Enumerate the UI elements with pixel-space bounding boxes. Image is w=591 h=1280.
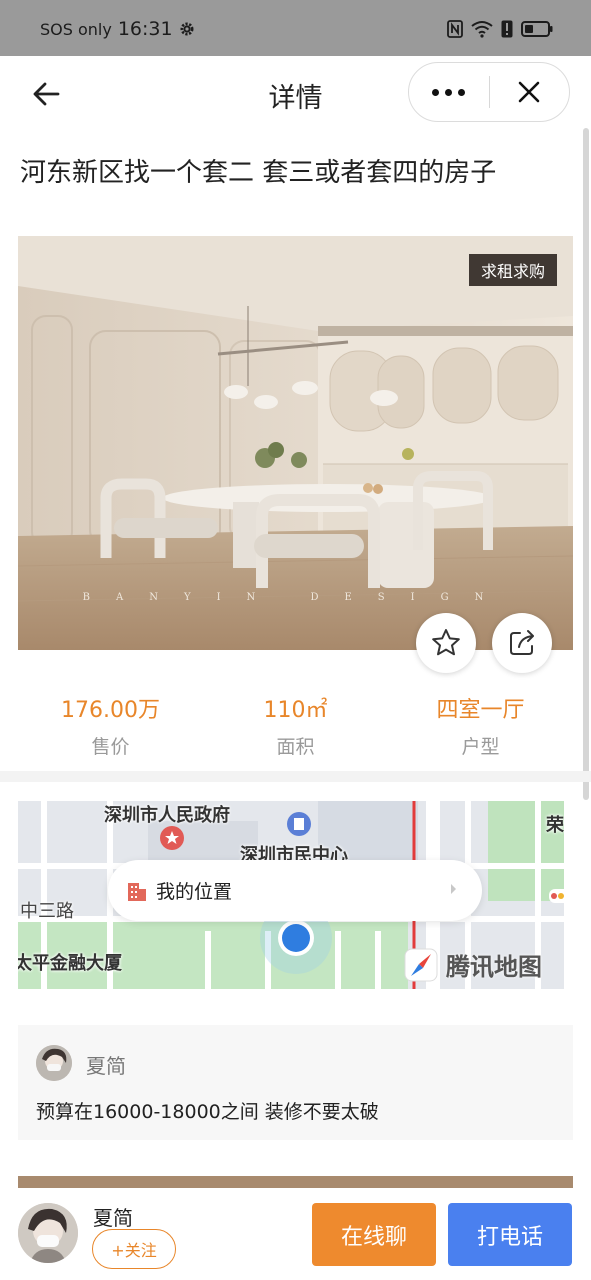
follow-button[interactable]: +关注	[92, 1229, 176, 1269]
scrollbar[interactable]	[583, 128, 589, 800]
stat-value: 110㎡	[263, 698, 328, 723]
map-label-gov: 深圳市人民政府	[104, 805, 230, 826]
online-chat-button[interactable]: 在线聊	[312, 1203, 436, 1266]
bottom-action-bar: 夏简 +关注 在线聊 打电话	[0, 1188, 591, 1280]
map-provider-logo: 腾讯地图	[404, 947, 542, 982]
stat-layout: 四室一厅 户型	[388, 692, 573, 759]
listing-stats: 176.00万 售价 110㎡ 面积 四室一厅 户型	[18, 692, 573, 759]
share-button[interactable]	[492, 613, 552, 673]
wifi-icon	[471, 21, 493, 38]
call-button[interactable]: 打电话	[448, 1203, 572, 1266]
battery-icon	[521, 21, 553, 37]
status-right	[447, 20, 553, 38]
description-text: 预算在16000-18000之间 装修不要太破	[36, 1101, 379, 1123]
more-button[interactable]	[409, 63, 489, 121]
section-divider	[0, 771, 591, 782]
compass-icon	[404, 948, 438, 981]
arrow-left-icon	[33, 82, 60, 106]
nav-bar: 详情	[0, 56, 591, 132]
chevron-right-icon	[451, 884, 456, 894]
avatar[interactable]	[36, 1045, 72, 1081]
close-button[interactable]	[490, 63, 570, 121]
more-dots-icon	[432, 88, 440, 96]
close-icon	[518, 81, 540, 103]
alert-icon	[501, 20, 513, 38]
stat-value: 四室一厅	[436, 698, 525, 723]
avatar-image	[36, 1045, 72, 1081]
avatar-image	[18, 1203, 78, 1263]
more-dot	[445, 88, 453, 96]
map-label-building: 太平金融大厦	[18, 953, 122, 974]
more-dot	[458, 88, 466, 96]
back-button[interactable]	[26, 74, 66, 114]
building-icon	[128, 882, 146, 901]
publisher-name: 夏简	[93, 1206, 133, 1230]
carrier-text: SOS only	[40, 19, 112, 39]
favorite-button[interactable]	[416, 613, 476, 673]
stat-label: 售价	[91, 736, 130, 758]
avatar[interactable]	[18, 1203, 78, 1263]
stat-area: 110㎡ 面积	[203, 692, 388, 759]
my-location-button[interactable]: 我的位置	[108, 860, 482, 921]
status-bar: SOS only 16:31	[0, 0, 591, 56]
description-card: 夏简 预算在16000-18000之间 装修不要太破	[18, 1025, 573, 1140]
listing-type-badge: 求租求购	[468, 254, 557, 286]
post-title: 河东新区找一个套二 套三或者套四的房子	[20, 158, 497, 188]
map-provider-name: 腾讯地图	[446, 953, 542, 981]
location-map[interactable]: 深圳市人民政府 深圳市民中心 中三路 太平金融大厦 荣 我的位置 腾讯地图	[18, 801, 564, 989]
map-label-edge: 荣	[546, 815, 564, 836]
stat-label: 户型	[461, 736, 500, 758]
stat-label: 面积	[276, 736, 315, 758]
map-label-road: 中三路	[20, 901, 74, 922]
settings-gear-icon	[180, 22, 194, 36]
clock: 16:31	[117, 18, 173, 40]
dining-room-illustration: BANYIN DESIGN	[18, 236, 573, 650]
listing-photo[interactable]: BANYIN DESIGN 求租求购	[18, 236, 573, 650]
my-location-label: 我的位置	[156, 881, 233, 903]
nfc-icon	[447, 20, 463, 38]
poster-name: 夏简	[86, 1054, 126, 1078]
photo-watermark: BANYIN DESIGN	[83, 592, 510, 603]
star-icon	[432, 629, 460, 656]
stat-value: 176.00万	[61, 698, 160, 723]
share-icon	[510, 630, 534, 655]
mini-program-capsule	[408, 62, 570, 122]
stat-price: 176.00万 售价	[18, 692, 203, 759]
status-left: SOS only 16:31	[40, 18, 195, 40]
